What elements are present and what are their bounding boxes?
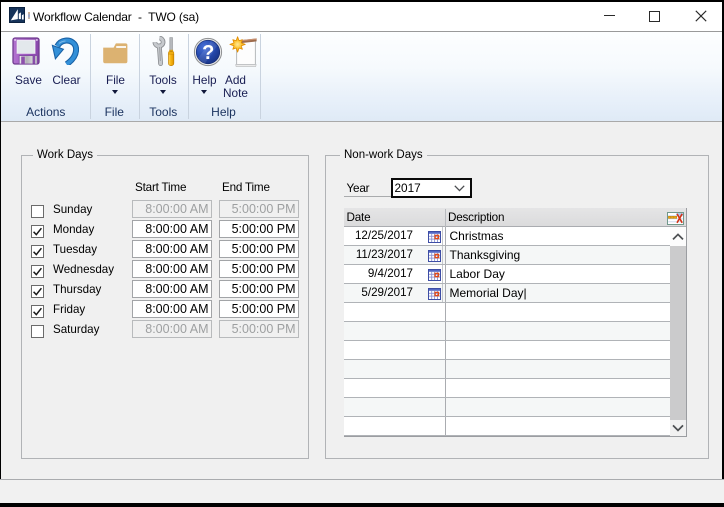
svg-text:?: ? — [202, 42, 214, 64]
